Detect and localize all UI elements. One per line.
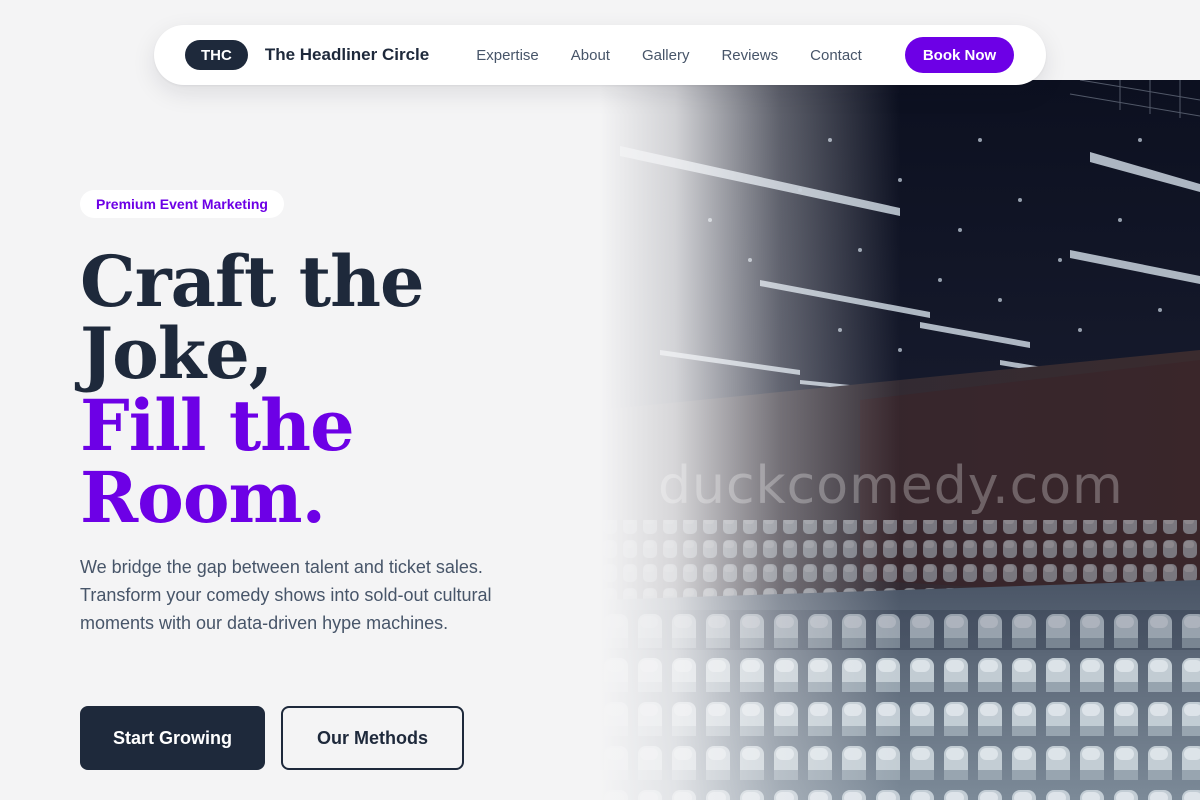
hero-image: duckcomedy.com [600, 80, 1200, 800]
logo-badge[interactable]: THC [185, 40, 248, 70]
start-growing-button[interactable]: Start Growing [80, 706, 265, 770]
hero-headline: Craft the Joke, Fill the Room. [80, 240, 425, 539]
nav-link-gallery[interactable]: Gallery [642, 47, 690, 64]
nav-link-contact[interactable]: Contact [810, 47, 862, 64]
image-watermark: duckcomedy.com [658, 456, 1124, 516]
headline-line-1: Craft the [80, 240, 425, 323]
brand-name[interactable]: The Headliner Circle [265, 45, 429, 65]
nav-link-about[interactable]: About [571, 47, 610, 64]
our-methods-button[interactable]: Our Methods [281, 706, 464, 770]
hero-subtext: We bridge the gap between talent and tic… [80, 557, 492, 633]
image-fade-overlay [600, 80, 900, 800]
book-now-button[interactable]: Book Now [905, 37, 1014, 73]
eyebrow-badge: Premium Event Marketing [80, 190, 284, 218]
headline-line-3: Fill the [80, 384, 355, 467]
headline-line-2: Joke, [80, 312, 273, 395]
nav-link-reviews[interactable]: Reviews [721, 47, 778, 64]
nav-link-expertise[interactable]: Expertise [476, 47, 539, 64]
navbar: THC The Headliner Circle Expertise About… [154, 25, 1046, 85]
headline-line-4: Room. [80, 456, 326, 539]
nav-links: Expertise About Gallery Reviews Contact [476, 47, 862, 64]
